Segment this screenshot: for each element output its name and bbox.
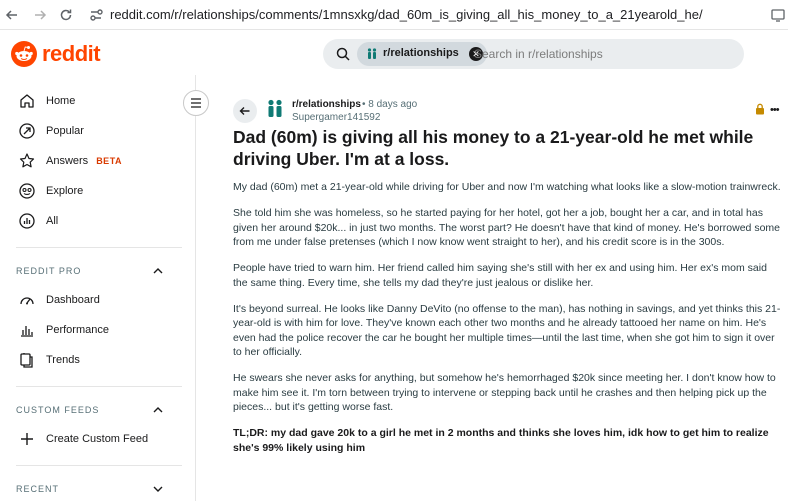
sidebar-item-label: Trends bbox=[46, 354, 80, 366]
sidebar-item-label: Popular bbox=[46, 125, 84, 137]
post-tldr: TL;DR: my dad gave 20k to a girl he met … bbox=[233, 427, 769, 454]
all-icon bbox=[19, 213, 35, 229]
sidebar-item-label: Dashboard bbox=[46, 294, 100, 306]
sidebar-item-answers[interactable]: Answers BETA bbox=[18, 151, 122, 171]
sidebar-item-label: Explore bbox=[46, 185, 84, 197]
section-custom-feeds-label: CUSTOM FEEDS bbox=[16, 405, 100, 415]
sidebar-item-label: Answers bbox=[46, 155, 89, 167]
sidebar-item-explore[interactable]: Explore bbox=[18, 181, 83, 201]
sidebar-divider bbox=[16, 247, 182, 248]
sidebar-item-label: Home bbox=[46, 95, 76, 107]
post-paragraph: He swears she never asks for anything, b… bbox=[233, 372, 776, 413]
site-settings-icon[interactable] bbox=[88, 7, 104, 23]
browser-back-button[interactable] bbox=[2, 5, 22, 25]
browser-forward-button[interactable] bbox=[30, 5, 50, 25]
reddit-logo[interactable]: reddit bbox=[10, 40, 101, 68]
sidebar-item-label: Performance bbox=[46, 324, 109, 336]
left-sidebar: Home Popular Answers BETA Explore All RE… bbox=[0, 75, 196, 501]
reddit-snoo-icon bbox=[11, 41, 37, 67]
explore-icon bbox=[19, 183, 35, 199]
search-scope-chip[interactable]: r/relationships ✕ bbox=[357, 42, 487, 66]
sidebar-divider bbox=[16, 386, 182, 387]
beta-badge: BETA bbox=[96, 156, 123, 166]
sidebar-item-create-custom-feed[interactable]: Create Custom Feed bbox=[18, 429, 148, 449]
chevron-down-icon[interactable] bbox=[152, 483, 164, 495]
search-icon bbox=[336, 47, 350, 61]
chevron-up-icon[interactable] bbox=[152, 265, 164, 277]
address-bar[interactable]: reddit.com/r/relationships/comments/1mns… bbox=[110, 7, 703, 22]
home-icon bbox=[20, 94, 34, 108]
sidebar-item-trends[interactable]: Trends bbox=[18, 350, 80, 370]
search-bar[interactable]: r/relationships ✕ Search in r/relationsh… bbox=[323, 39, 744, 69]
reload-icon bbox=[60, 9, 72, 21]
relationships-subreddit-icon bbox=[367, 48, 377, 59]
sidebar-item-home[interactable]: Home bbox=[18, 91, 75, 111]
cast-icon[interactable] bbox=[770, 7, 786, 23]
arrow-right-icon bbox=[35, 10, 47, 20]
post-title: Dad (60m) is giving all his money to a 2… bbox=[233, 127, 754, 169]
hamburger-icon bbox=[191, 98, 201, 108]
trends-icon bbox=[20, 353, 33, 368]
dashboard-icon bbox=[20, 297, 34, 305]
more-options-icon[interactable]: ••• bbox=[770, 104, 780, 116]
sidebar-item-label: All bbox=[46, 215, 59, 227]
sidebar-item-popular[interactable]: Popular bbox=[18, 121, 84, 141]
post-author-link[interactable]: Supergamer141592 bbox=[292, 112, 380, 123]
reddit-wordmark: reddit bbox=[42, 41, 101, 66]
sidebar-collapse-button[interactable] bbox=[183, 90, 209, 116]
section-recent-label: RECENT bbox=[16, 484, 60, 494]
post-paragraph: It's beyond surreal. He looks like Danny… bbox=[233, 302, 781, 359]
chevron-up-icon[interactable] bbox=[152, 404, 164, 416]
relationships-subreddit-icon[interactable] bbox=[264, 98, 286, 120]
sidebar-item-performance[interactable]: Performance bbox=[18, 320, 109, 340]
post-body: My dad (60m) met a 21-year-old while dri… bbox=[233, 180, 783, 467]
search-chip-label: r/relationships bbox=[383, 47, 459, 59]
browser-toolbar: reddit.com/r/relationships/comments/1mns… bbox=[0, 0, 788, 30]
sidebar-item-label: Create Custom Feed bbox=[46, 433, 149, 445]
performance-icon bbox=[21, 326, 33, 337]
post-paragraph: People have tried to warn him. Her frien… bbox=[233, 262, 767, 289]
search-input[interactable]: Search in r/relationships bbox=[474, 47, 603, 61]
arrow-left-icon bbox=[239, 107, 250, 115]
post-back-button[interactable] bbox=[233, 99, 257, 123]
lock-icon bbox=[756, 103, 764, 115]
post-subreddit-link[interactable]: r/relationships bbox=[292, 99, 361, 110]
post-timestamp: • 8 days ago bbox=[362, 99, 418, 110]
post-paragraph: My dad (60m) met a 21-year-old while dri… bbox=[233, 181, 781, 193]
sidebar-item-dashboard[interactable]: Dashboard bbox=[18, 290, 100, 310]
sidebar-divider bbox=[16, 465, 182, 466]
browser-reload-button[interactable] bbox=[56, 5, 76, 25]
popular-icon bbox=[19, 123, 35, 139]
answers-icon bbox=[19, 153, 35, 168]
plus-icon bbox=[21, 433, 33, 445]
post-paragraph: She told him she was homeless, so he sta… bbox=[233, 207, 780, 248]
arrow-left-icon bbox=[5, 10, 17, 20]
section-reddit-pro-label: REDDIT PRO bbox=[16, 266, 82, 276]
reddit-header: reddit r/relationships ✕ Search in r/rel… bbox=[0, 30, 788, 75]
sidebar-item-all[interactable]: All bbox=[18, 211, 58, 231]
